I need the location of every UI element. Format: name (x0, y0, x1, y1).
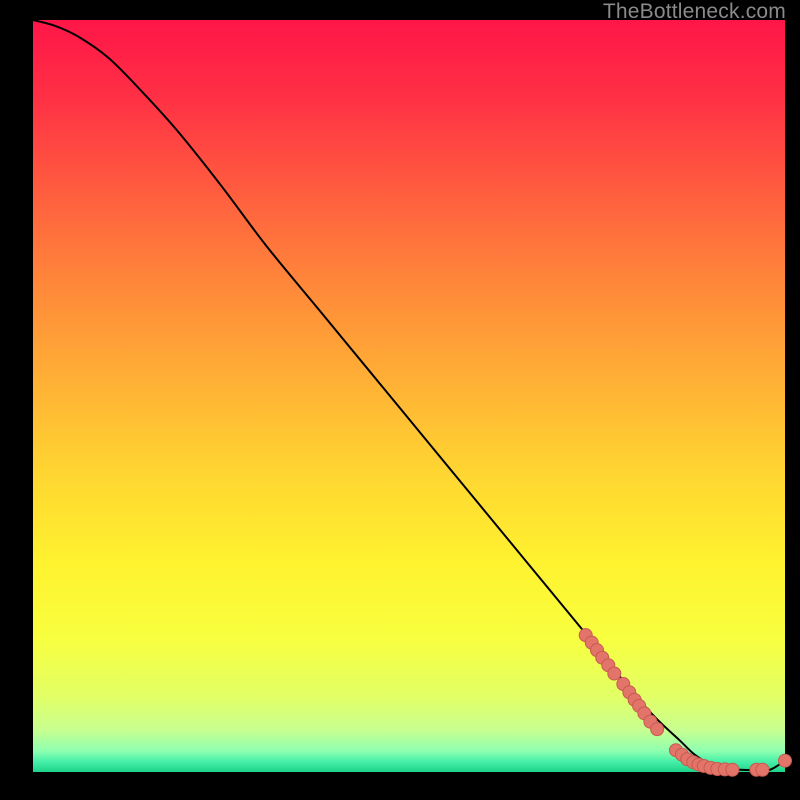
dots-layer (33, 20, 785, 772)
plot-area (33, 20, 785, 772)
chart-stage: TheBottleneck.com (0, 0, 800, 800)
data-dot (756, 763, 769, 776)
data-dot (726, 763, 739, 776)
data-dots (579, 629, 791, 777)
watermark-label: TheBottleneck.com (603, 0, 786, 24)
data-dot (651, 723, 664, 736)
data-dot (608, 667, 621, 680)
data-dot (779, 754, 792, 767)
